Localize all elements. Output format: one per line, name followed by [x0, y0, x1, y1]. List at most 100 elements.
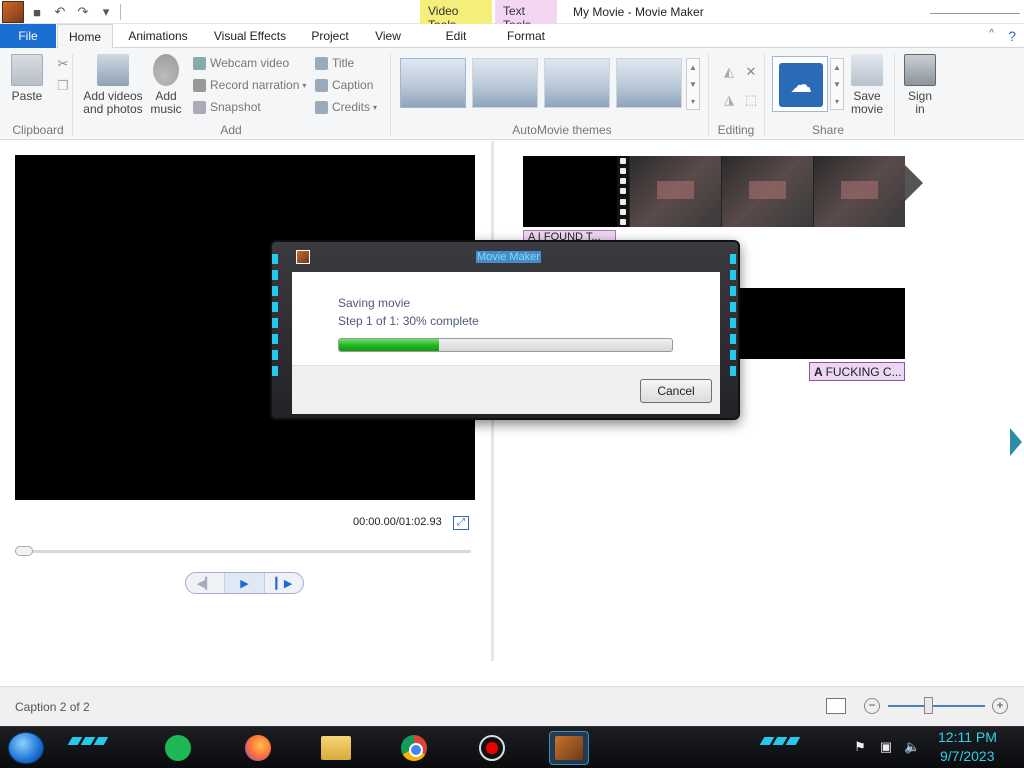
- add-music-label-2: music: [150, 102, 182, 116]
- share-cloud-button[interactable]: ☁: [772, 56, 828, 112]
- taskbar-decoration: [759, 737, 801, 747]
- network-icon[interactable]: ▣: [878, 739, 894, 755]
- dialog-content: Saving movie Step 1 of 1: 30% complete: [292, 272, 720, 365]
- next-frame-icon[interactable]: ▎▶: [265, 573, 303, 593]
- tab-file[interactable]: File: [0, 24, 56, 48]
- movie-maker-app-icon[interactable]: [2, 1, 24, 23]
- zoom-slider-thumb[interactable]: [924, 697, 933, 714]
- system-tray: ⚑ ▣ 🔈: [852, 739, 920, 755]
- volume-icon[interactable]: 🔈: [904, 739, 920, 755]
- context-tab-text-tools: Text Tools: [495, 0, 557, 32]
- seek-bar[interactable]: [15, 550, 471, 553]
- tab-visual-effects[interactable]: Visual Effects: [206, 24, 294, 48]
- caption-text-icon: A: [814, 365, 826, 379]
- window-controls[interactable]: [930, 2, 1020, 14]
- dialog-step-status: Step 1 of 1: 30% complete: [338, 314, 479, 328]
- tab-view[interactable]: View: [366, 24, 410, 48]
- sign-in-button[interactable]: Sign in: [900, 54, 940, 116]
- paste-button[interactable]: Paste: [8, 54, 46, 103]
- add-videos-photos-button[interactable]: Add videos and photos: [80, 54, 146, 116]
- group-separator: [708, 54, 709, 136]
- video-frame: [721, 156, 813, 227]
- zoom-in-icon[interactable]: +: [992, 698, 1008, 714]
- qat-separator: [120, 4, 121, 20]
- clipboard-group-label: Clipboard: [12, 123, 64, 137]
- music-note-icon: [153, 54, 179, 86]
- cut-icon[interactable]: ✂: [53, 54, 73, 74]
- seek-thumb[interactable]: [15, 546, 33, 556]
- onedrive-cloud-icon: ☁: [779, 63, 823, 107]
- clock-time[interactable]: 12:11 PM: [938, 729, 997, 745]
- save-icon[interactable]: ■: [27, 2, 47, 22]
- title-bar: ■ ↶ ↷ ▾ Video Tools Text Tools My Movie …: [0, 0, 1024, 32]
- webcam-video-button[interactable]: Webcam video: [193, 54, 289, 72]
- film-sprockets: [617, 156, 629, 227]
- action-center-flag-icon[interactable]: ⚑: [852, 739, 868, 755]
- snapshot-label: Snapshot: [210, 100, 261, 114]
- taskbar-recorder[interactable]: [472, 731, 512, 765]
- ribbon-collapse-icon[interactable]: ^: [989, 28, 994, 39]
- automovie-theme-2[interactable]: [472, 58, 538, 108]
- zoom-slider[interactable]: [888, 705, 985, 707]
- dropdown-arrow-icon: ▾: [302, 80, 307, 90]
- customize-qat-icon[interactable]: ▾: [96, 2, 116, 22]
- select-all-icon[interactable]: ⬚: [741, 90, 761, 110]
- cancel-button[interactable]: Cancel: [640, 379, 712, 403]
- fullscreen-preview-icon[interactable]: ⤢: [453, 516, 469, 530]
- tab-animations[interactable]: Animations: [120, 24, 196, 48]
- snapshot-icon: [193, 100, 206, 114]
- automovie-theme-3[interactable]: [544, 58, 610, 108]
- storyboard-clip-video[interactable]: [617, 156, 905, 227]
- firefox-icon: [245, 735, 271, 761]
- storyboard-view-icon[interactable]: [826, 698, 846, 714]
- remove-icon[interactable]: ✕: [741, 62, 761, 82]
- snapshot-button[interactable]: Snapshot: [193, 98, 261, 116]
- undo-icon[interactable]: ↶: [50, 2, 70, 22]
- themes-scroll-control[interactable]: ▲ ▼ ▾: [686, 58, 700, 110]
- narration-label: Record narration: [210, 78, 300, 92]
- storyboard-clip-black-2[interactable]: [735, 288, 905, 359]
- context-tab-video-tools: Video Tools: [420, 0, 492, 32]
- user-avatar-icon: [904, 54, 936, 86]
- taskbar-file-explorer[interactable]: [316, 731, 356, 765]
- taskbar-movie-maker[interactable]: [549, 731, 589, 765]
- taskbar-spotify[interactable]: [158, 731, 198, 765]
- zoom-out-icon[interactable]: −: [864, 698, 880, 714]
- rotate-right-icon[interactable]: ◮: [719, 90, 739, 110]
- taskbar-firefox[interactable]: [238, 731, 278, 765]
- start-button[interactable]: [8, 732, 44, 764]
- taskbar-decoration: [67, 737, 109, 747]
- storyboard-caption-2[interactable]: A FUCKING C...: [809, 362, 905, 381]
- save-movie-button[interactable]: Save movie: [848, 54, 886, 116]
- title-button[interactable]: Title: [315, 54, 354, 72]
- caption-2-text: FUCKING C...: [825, 365, 902, 379]
- dialog-frame-decoration: [730, 254, 738, 414]
- clock-date[interactable]: 9/7/2023: [940, 748, 995, 764]
- playback-controls: ◀▎ ▶ ▎▶: [185, 572, 304, 594]
- automovie-theme-1[interactable]: [400, 58, 466, 108]
- caption-button[interactable]: Caption: [315, 76, 373, 94]
- copy-icon[interactable]: ❐: [53, 76, 73, 96]
- help-icon[interactable]: ?: [1008, 28, 1016, 44]
- tab-format[interactable]: Format: [495, 24, 557, 48]
- tab-edit[interactable]: Edit: [420, 24, 492, 48]
- add-music-button[interactable]: Add music: [146, 54, 186, 116]
- redo-icon[interactable]: ↷: [73, 2, 93, 22]
- quick-access-toolbar: ■ ↶ ↷ ▾: [0, 0, 125, 24]
- caption-icon: [315, 78, 328, 92]
- tab-project[interactable]: Project: [304, 24, 356, 48]
- credits-button[interactable]: Credits ▾: [315, 98, 377, 116]
- share-scroll-control[interactable]: ▲ ▼ ▾: [830, 58, 844, 110]
- dialog-frame-decoration: [272, 254, 280, 414]
- clip-end-arrow-icon: [905, 165, 923, 201]
- record-narration-button[interactable]: Record narration ▾: [193, 76, 306, 94]
- play-icon[interactable]: ▶: [224, 573, 265, 593]
- taskbar-chrome[interactable]: [394, 731, 434, 765]
- storyboard-clip-black[interactable]: [523, 156, 619, 227]
- saving-movie-dialog: Movie Maker Saving movie Step 1 of 1: 30…: [270, 240, 740, 420]
- previous-frame-icon[interactable]: ◀▎: [186, 573, 224, 593]
- rotate-left-icon[interactable]: ◭: [719, 62, 739, 82]
- automovie-theme-4[interactable]: [616, 58, 682, 108]
- microphone-icon: [193, 78, 206, 92]
- tab-home[interactable]: Home: [57, 24, 113, 49]
